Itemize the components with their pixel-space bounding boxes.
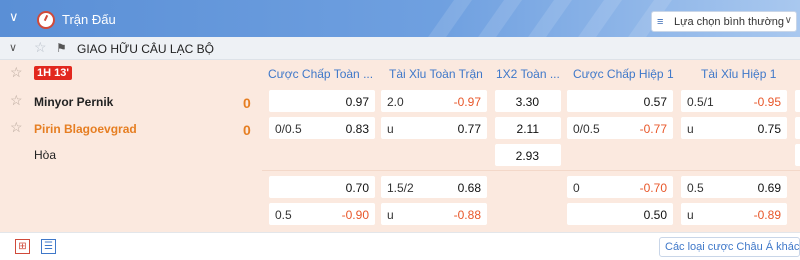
- odds-price: 3.30: [515, 95, 539, 109]
- row-divider: [262, 170, 800, 171]
- odds-cell-ou-over[interactable]: 2.0 -0.97: [381, 90, 487, 112]
- odds-cell-partial[interactable]: [795, 117, 800, 139]
- odds-cell-alt-ou-over[interactable]: 1.5/2 0.68: [381, 176, 487, 198]
- odds-cell-h1-hdp-away[interactable]: 0/0.5 -0.77: [567, 117, 673, 139]
- home-team-name: Minyor Pernik: [34, 95, 114, 109]
- odds-cell-alt-hdp-away[interactable]: 0.5 -0.90: [269, 203, 375, 225]
- odds-cell-alt-ou-under[interactable]: u -0.88: [381, 203, 487, 225]
- view-mode-select[interactable]: ≡ Lựa chọn bình thường ∨: [651, 11, 797, 32]
- odds-price: 0.50: [643, 208, 667, 222]
- odds-cell-h1-ou-under[interactable]: u 0.75: [681, 117, 787, 139]
- other-asian-bets-button[interactable]: Các loại cược Châu Á khác: [659, 237, 800, 257]
- section-header: ∨ Trận Đấu ≡ Lựa chọn bình thường ∨: [0, 0, 800, 37]
- column-header-over-under-h1: Tài Xỉu Hiệp 1: [701, 67, 777, 81]
- teams-panel: ☆ Minyor Pernik 0 ☆ Pirin Blagoevgrad 0 …: [0, 86, 262, 232]
- odds-line: 0.5/1: [687, 95, 714, 109]
- odds-line: 1.5/2: [387, 181, 414, 195]
- odds-price: -0.89: [753, 208, 781, 222]
- stats-grid-icon[interactable]: ⊞: [15, 239, 30, 254]
- match-footer: ⊞ ☰ Các loại cược Châu Á khác: [0, 232, 800, 260]
- odds-cell-1x2-away[interactable]: 2.11: [495, 117, 561, 139]
- column-header-1x2: 1X2 Toàn ...: [496, 67, 560, 81]
- odds-line: u: [387, 122, 394, 136]
- odds-price: -0.77: [639, 122, 667, 136]
- star-icon[interactable]: ☆: [10, 119, 23, 136]
- home-score: 0: [243, 95, 251, 111]
- odds-cell-alt-h1-hdp-away[interactable]: 0.50: [567, 203, 673, 225]
- league-name: GIAO HỮU CÂU LẠC BỘ: [77, 42, 214, 56]
- odds-line: 0/0.5: [275, 122, 302, 136]
- odds-line: 2.0: [387, 95, 404, 109]
- odds-price: 0.77: [457, 122, 481, 136]
- odds-cell-1x2-draw[interactable]: 2.93: [495, 144, 561, 166]
- away-team-name: Pirin Blagoevgrad: [34, 122, 137, 136]
- odds-price: 0.70: [345, 181, 369, 195]
- odds-line: u: [687, 122, 694, 136]
- odds-price: -0.97: [453, 95, 481, 109]
- list-icon: ≡: [657, 16, 664, 28]
- stopwatch-icon: [37, 11, 55, 29]
- odds-price: 0.57: [643, 95, 667, 109]
- odds-price: 0.68: [457, 181, 481, 195]
- odds-cell-alt-hdp-home[interactable]: 0.70: [269, 176, 375, 198]
- odds-price: 0.75: [757, 122, 781, 136]
- league-row[interactable]: ∨ ☆ ⚑ GIAO HỮU CÂU LẠC BỘ: [0, 37, 800, 60]
- column-header-handicap: Cược Chấp Toàn ...: [268, 67, 374, 81]
- document-icon[interactable]: ☰: [41, 239, 56, 254]
- draw-label: Hòa: [34, 148, 57, 162]
- odds-price: 0.83: [345, 122, 369, 136]
- view-mode-label: Lựa chọn bình thường: [674, 16, 785, 28]
- odds-price: 2.93: [515, 149, 539, 163]
- odds-price: -0.90: [341, 208, 369, 222]
- column-header-over-under: Tài Xỉu Toàn Trận: [389, 67, 483, 81]
- odds-line: 0/0.5: [573, 122, 600, 136]
- odds-price: -0.95: [753, 95, 781, 109]
- odds-cell-alt-h1-hdp-home[interactable]: 0 -0.70: [567, 176, 673, 198]
- star-icon[interactable]: ☆: [10, 64, 23, 81]
- odds-price: 0.97: [345, 95, 369, 109]
- odds-price: -0.70: [639, 181, 667, 195]
- away-score: 0: [243, 122, 251, 138]
- odds-cell-h1-hdp-home[interactable]: 0.57: [567, 90, 673, 112]
- odds-cell-h1-ou-over[interactable]: 0.5/1 -0.95: [681, 90, 787, 112]
- header-decoration: [420, 0, 680, 37]
- odds-cell-1x2-home[interactable]: 3.30: [495, 90, 561, 112]
- odds-cell-partial[interactable]: [795, 90, 800, 112]
- odds-line: 0.5: [275, 208, 292, 222]
- section-title: Trận Đấu: [62, 12, 116, 27]
- odds-cell-hdp-away[interactable]: 0/0.5 0.83: [269, 117, 375, 139]
- odds-cell-hdp-home[interactable]: 0.97: [269, 90, 375, 112]
- match-header-row: ☆ 1H 13' Cược Chấp Toàn ... Tài Xỉu Toàn…: [0, 60, 800, 86]
- odds-line: 0: [573, 181, 580, 195]
- chevron-down-icon[interactable]: ∨: [9, 9, 19, 25]
- column-header-handicap-h1: Cược Chấp Hiệp 1: [573, 67, 674, 81]
- odds-price: 0.69: [757, 181, 781, 195]
- odds-line: u: [687, 208, 694, 222]
- match-block: ☆ 1H 13' Cược Chấp Toàn ... Tài Xỉu Toàn…: [0, 60, 800, 232]
- star-icon[interactable]: ☆: [34, 39, 47, 56]
- odds-line: 0.5: [687, 181, 704, 195]
- odds-line: u: [387, 208, 394, 222]
- live-time-badge: 1H 13': [34, 66, 72, 80]
- chevron-down-icon[interactable]: ∨: [9, 41, 17, 54]
- chevron-down-icon: ∨: [784, 15, 792, 26]
- star-icon[interactable]: ☆: [10, 92, 23, 109]
- odds-price: 2.11: [516, 122, 539, 136]
- odds-cell-alt-h1-ou-over[interactable]: 0.5 0.69: [681, 176, 787, 198]
- odds-cell-ou-under[interactable]: u 0.77: [381, 117, 487, 139]
- odds-cell-alt-h1-ou-under[interactable]: u -0.89: [681, 203, 787, 225]
- odds-cell-partial[interactable]: [795, 144, 800, 166]
- odds-price: -0.88: [453, 208, 481, 222]
- league-flag-icon: ⚑: [56, 41, 67, 55]
